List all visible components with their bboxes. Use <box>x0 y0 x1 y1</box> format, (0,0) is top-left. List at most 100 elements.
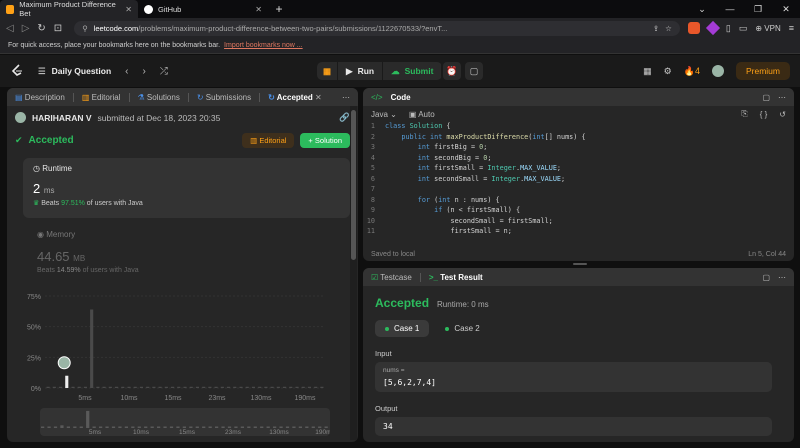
memory-card[interactable]: ◉ Memory 44.65 MB Beats 14.59% of users … <box>37 230 358 274</box>
vpn-button[interactable]: ⊕ VPN <box>755 24 780 33</box>
code-line[interactable]: 10 secondSmall = firstSmall; <box>363 217 794 228</box>
post-solution-button[interactable]: + Solution <box>300 133 350 148</box>
distribution-bar[interactable] <box>171 386 175 388</box>
distribution-bar[interactable] <box>139 386 143 388</box>
close-tab-icon[interactable]: ✕ <box>255 5 262 14</box>
tab-solutions[interactable]: ⚗ Solutions <box>138 93 180 102</box>
distribution-bar[interactable] <box>239 386 243 388</box>
timer-icon[interactable]: ⏰ <box>443 62 461 80</box>
streak-counter[interactable]: 🔥4 <box>684 66 700 77</box>
distribution-bar[interactable] <box>307 386 311 388</box>
submit-button[interactable]: ☁ Submit <box>383 62 443 80</box>
case-1-tab[interactable]: Case 1 <box>375 320 430 337</box>
scrollbar-thumb[interactable] <box>351 110 356 260</box>
distribution-bar[interactable] <box>276 386 280 388</box>
code-line[interactable]: 8 for (int n : nums) { <box>363 196 794 207</box>
distribution-bar[interactable] <box>227 386 231 388</box>
wallet-icon[interactable]: ▭ <box>739 23 748 34</box>
url-input[interactable]: ⚲ leetcode.com/problems/maximum-product-… <box>74 20 680 36</box>
your-submission-avatar[interactable] <box>57 356 71 370</box>
distribution-bar[interactable] <box>258 386 262 388</box>
left-scrollbar[interactable] <box>350 106 357 440</box>
distribution-bar[interactable] <box>289 386 293 388</box>
close-window-icon[interactable]: ✕ <box>772 0 800 18</box>
panel-resize-handle[interactable] <box>573 263 587 265</box>
auto-mode-toggle[interactable]: ▣ Auto <box>409 110 435 119</box>
editorial-button[interactable]: ▥ Editorial <box>242 133 295 148</box>
import-bookmarks-link[interactable]: Import bookmarks now ... <box>224 42 303 49</box>
distribution-bar[interactable] <box>96 386 100 388</box>
brave-rewards-icon[interactable] <box>705 20 720 36</box>
code-line[interactable]: 5 int firstSmall = Integer.MAX_VALUE; <box>363 164 794 175</box>
distribution-bar[interactable] <box>177 386 181 388</box>
more-icon[interactable]: ⋯ <box>342 93 350 102</box>
avatar[interactable] <box>15 112 26 123</box>
notes-icon[interactable]: ▢ <box>465 62 483 80</box>
runtime-card[interactable]: ◷ Runtime 2 ms ♛ Beats 97.51% of users w… <box>23 158 350 218</box>
distribution-bar[interactable] <box>245 386 249 388</box>
more-icon[interactable]: ⋯ <box>778 273 786 282</box>
distribution-bar[interactable] <box>133 386 137 388</box>
minimize-icon[interactable]: — <box>716 0 744 18</box>
daily-question-link[interactable]: ☰ Daily Question <box>38 66 111 77</box>
braces-icon[interactable]: { } <box>760 110 768 119</box>
distribution-bar[interactable] <box>195 386 199 388</box>
distribution-bar[interactable] <box>77 386 81 388</box>
runtime-distribution-chart[interactable]: 75% 50% 25% 0% 5ms 10ms 15ms 23ms 130ms 190ms <box>15 290 330 405</box>
tab-testcase[interactable]: ☑ Testcase <box>371 273 412 282</box>
more-icon[interactable]: ⋯ <box>778 93 786 102</box>
browser-tab-github[interactable]: GitHub ✕ <box>138 0 268 18</box>
distribution-bar[interactable] <box>102 386 106 388</box>
code-line[interactable]: 11 firstSmall = n; <box>363 227 794 238</box>
code-line[interactable]: 2 public int maxProductDifference(int[] … <box>363 133 794 144</box>
back-icon[interactable]: ◁ <box>6 23 14 34</box>
settings-gear-icon[interactable]: ⚙ <box>664 66 672 77</box>
tab-description[interactable]: ▤ Description <box>15 93 65 102</box>
code-line[interactable]: 7 <box>363 185 794 196</box>
distribution-bar[interactable] <box>320 386 324 388</box>
premium-button[interactable]: Premium <box>735 62 790 80</box>
distribution-bar[interactable] <box>90 309 94 388</box>
distribution-bar[interactable] <box>270 386 274 388</box>
menu-icon[interactable]: ≡ <box>789 23 794 33</box>
site-info-icon[interactable]: ⚲ <box>82 24 88 33</box>
distribution-bar[interactable] <box>264 386 268 388</box>
tab-editorial[interactable]: ▥ Editorial <box>82 93 121 102</box>
sidebar-toggle-icon[interactable]: ▯ <box>726 23 731 34</box>
distribution-bar[interactable] <box>202 386 206 388</box>
maximize-icon[interactable]: ❐ <box>744 0 772 18</box>
distribution-bar[interactable] <box>301 386 305 388</box>
distribution-bar[interactable] <box>46 386 50 388</box>
distribution-bar[interactable] <box>59 386 63 388</box>
code-line[interactable]: 6 int secondSmall = Integer.MAX_VALUE; <box>363 175 794 186</box>
user-avatar[interactable] <box>711 65 724 77</box>
distribution-bar[interactable] <box>52 386 56 388</box>
distribution-bar[interactable] <box>127 386 131 388</box>
distribution-bar[interactable] <box>108 386 112 388</box>
distribution-bar[interactable] <box>71 386 75 388</box>
distribution-bar[interactable] <box>152 386 156 388</box>
tab-submissions[interactable]: ↻ Submissions <box>197 93 251 102</box>
distribution-bar[interactable] <box>251 386 255 388</box>
forward-icon[interactable]: ▷ <box>22 23 30 34</box>
language-select[interactable]: Java ⌄ <box>371 110 397 119</box>
distribution-bar[interactable] <box>115 386 119 388</box>
code-line[interactable]: 4 int secondBig = 0; <box>363 154 794 165</box>
code-line[interactable]: 1 class Solution { <box>363 122 794 133</box>
distribution-bar[interactable] <box>121 386 125 388</box>
share-link-icon[interactable]: 🔗 <box>339 112 350 123</box>
shuffle-icon[interactable]: ⤮ <box>160 66 168 77</box>
new-tab-button[interactable]: + <box>268 0 290 18</box>
bookmark-icon[interactable]: ⎘ <box>741 109 747 119</box>
bookmark-icon[interactable]: ⊡ <box>54 23 62 34</box>
leetcode-logo-icon[interactable] <box>10 64 24 78</box>
distribution-bar[interactable] <box>208 386 212 388</box>
code-editor[interactable]: 1 class Solution {2 public int maxProduct… <box>363 122 794 240</box>
username[interactable]: HARIHARAN V <box>32 113 92 123</box>
distribution-bar[interactable] <box>65 375 69 388</box>
tab-test-result[interactable]: >_ Test Result <box>429 273 483 282</box>
code-line[interactable]: 9 if (n < firstSmall) { <box>363 206 794 217</box>
debug-icon[interactable]: ▦ <box>317 62 339 80</box>
code-line[interactable]: 3 int firstBig = 0; <box>363 143 794 154</box>
distribution-bar[interactable] <box>164 386 168 388</box>
